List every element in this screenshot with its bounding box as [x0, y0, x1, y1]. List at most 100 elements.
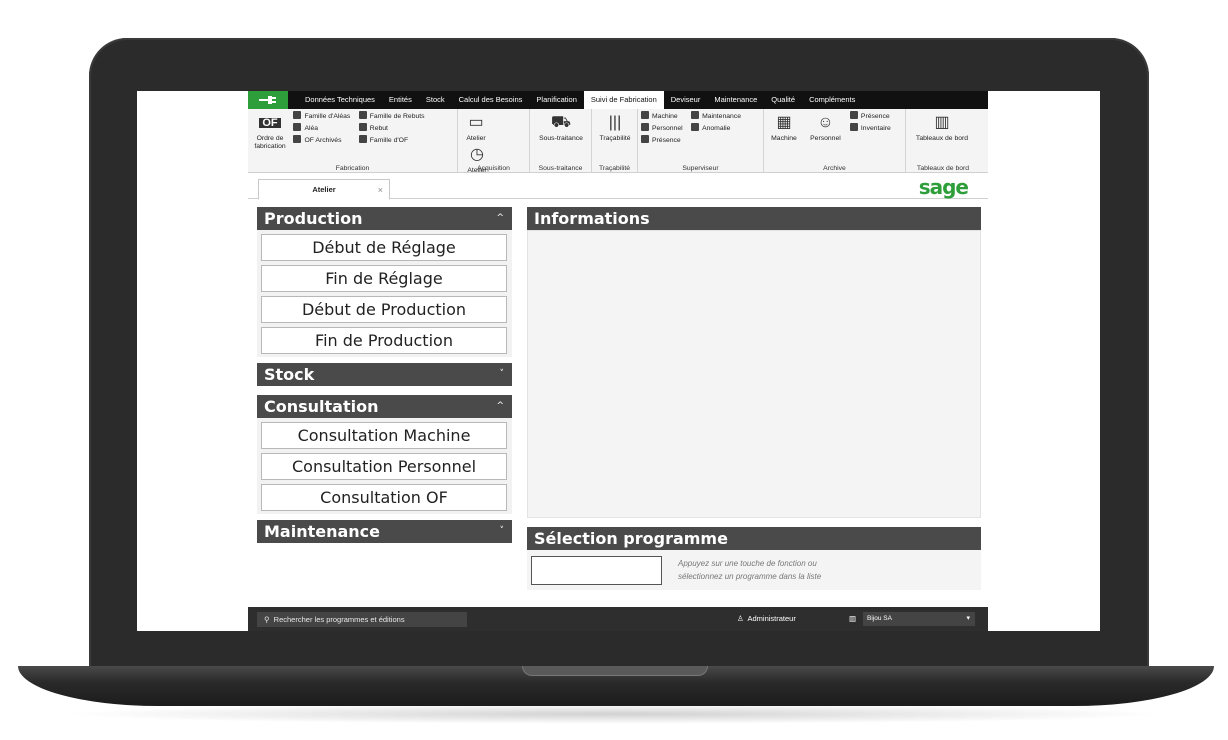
group-archive: ▦ Machine ☺ Personnel Présence Inventair… — [764, 109, 906, 173]
laptop-notch — [522, 666, 708, 676]
consultation-machine-button[interactable]: Consultation Machine — [261, 422, 507, 449]
chevron-down-icon: ˅ — [499, 526, 505, 536]
selection-programme-panel: Sélection programme Appuyez sur une touc… — [527, 527, 981, 590]
ribbon: OF Ordre de fabrication Famille d'Aléas … — [248, 109, 988, 182]
warning-icon — [293, 123, 302, 131]
group-label-sous-traitance: Sous-traitance — [538, 165, 583, 172]
informations-header: Informations — [527, 207, 981, 230]
laptop-screen: Données Techniques Entités Stock Calcul … — [137, 91, 1100, 631]
app-menu-button[interactable] — [248, 91, 288, 109]
tab-planification[interactable]: Planification — [529, 91, 583, 109]
atelier-button[interactable]: ▭ Atelier — [461, 111, 491, 143]
debut-production-button[interactable]: Début de Production — [261, 296, 507, 323]
superviseur-col2: Maintenance Anomalie — [691, 111, 741, 135]
calendar-icon — [641, 135, 649, 143]
chevron-up-icon: ^ — [496, 401, 504, 411]
alea-button[interactable]: Aléa — [293, 123, 350, 135]
close-icon[interactable]: × — [378, 180, 383, 200]
folder-icon — [358, 135, 367, 143]
famille-aleas-button[interactable]: Famille d'Aléas — [293, 111, 350, 123]
fin-reglage-button[interactable]: Fin de Réglage — [261, 265, 507, 292]
program-code-input[interactable] — [531, 556, 662, 585]
tab-suivi-fabrication[interactable]: Suivi de Fabrication — [583, 91, 664, 109]
user-indicator[interactable]: ♙ Administrateur — [737, 611, 796, 627]
search-icon: ⚲ — [264, 615, 270, 624]
sous-traitance-button[interactable]: ⛟ Sous-traitance — [533, 111, 589, 143]
folder-icon — [293, 111, 302, 119]
debut-reglage-button[interactable]: Début de Réglage — [261, 234, 507, 261]
truck-icon: ⛟ — [550, 114, 572, 131]
fabrication-col2: Famille de Rebuts Rebut Famille d'OF — [358, 111, 425, 147]
group-fabrication: OF Ordre de fabrication Famille d'Aléas … — [248, 109, 458, 173]
tracabilite-button[interactable]: ||| Traçabilité — [595, 111, 635, 143]
of-icon: OF — [259, 111, 281, 135]
fin-production-button[interactable]: Fin de Production — [261, 327, 507, 354]
company-select[interactable]: Bijou SA ▾ — [863, 612, 975, 626]
tab-maintenance[interactable]: Maintenance — [707, 91, 764, 109]
clock-icon: ◷ — [470, 146, 484, 163]
company-name: Bijou SA — [867, 615, 892, 622]
document-tab-strip: Atelier × sage — [248, 173, 988, 200]
maintenance-header[interactable]: Maintenance ˅ — [257, 520, 512, 543]
production-body: Début de Réglage Fin de Réglage Début de… — [257, 230, 512, 357]
selection-hint-line1: Appuyez sur une touche de fonction ou — [678, 559, 817, 568]
consultation-body: Consultation Machine Consultation Person… — [257, 418, 512, 514]
archive-presence-button[interactable]: Présence — [849, 111, 891, 123]
archive-personnel-button[interactable]: ☺ Personnel — [805, 111, 845, 143]
tab-complements[interactable]: Compléments — [802, 91, 862, 109]
group-label-fabrication: Fabrication — [335, 165, 370, 172]
production-title: Production — [264, 209, 363, 228]
tab-qualite[interactable]: Qualité — [764, 91, 802, 109]
barcode-icon: ||| — [608, 114, 622, 131]
tableaux-bord-button[interactable]: ▥ Tableaux de bord — [909, 111, 975, 143]
famille-of-button[interactable]: Famille d'OF — [358, 135, 425, 147]
archive-inventaire-button[interactable]: Inventaire — [849, 123, 891, 135]
tab-entites[interactable]: Entités — [382, 91, 419, 109]
superviseur-machine-button[interactable]: Machine — [641, 111, 683, 123]
left-panel: Production ^ Début de Réglage Fin de Rég… — [257, 207, 512, 543]
consultation-header[interactable]: Consultation ^ — [257, 395, 512, 418]
group-tableaux: ▥ Tableaux de bord Tableaux de bord — [906, 109, 980, 173]
tab-donnees-techniques[interactable]: Données Techniques — [298, 91, 382, 109]
search-input[interactable]: ⚲ Rechercher les programmes et éditions — [257, 612, 467, 627]
laptop-shadow — [60, 704, 1170, 724]
superviseur-presence-button[interactable]: Présence — [641, 135, 683, 147]
production-header[interactable]: Production ^ — [257, 207, 512, 230]
document-tab-atelier[interactable]: Atelier × — [258, 179, 390, 200]
chevron-down-icon: ▾ — [966, 615, 970, 622]
archive-list: Présence Inventaire — [849, 111, 891, 135]
trash-icon — [358, 123, 367, 131]
superviseur-col1: Machine Personnel Présence — [641, 111, 683, 147]
of-archives-button[interactable]: OF Archivés — [293, 135, 350, 147]
informations-title: Informations — [534, 209, 650, 228]
stock-title: Stock — [264, 365, 315, 384]
group-label-superviseur: Superviseur — [682, 165, 719, 172]
informations-body — [527, 230, 981, 518]
rebut-button[interactable]: Rebut — [358, 123, 425, 135]
person-icon: ☺ — [817, 114, 834, 131]
ordre-fabrication-button[interactable]: OF Ordre de fabrication — [251, 111, 289, 151]
building-icon: ▥ — [849, 614, 857, 623]
tab-deviseur[interactable]: Deviseur — [664, 91, 708, 109]
consultation-of-button[interactable]: Consultation OF — [261, 484, 507, 511]
superviseur-personnel-button[interactable]: Personnel — [641, 123, 683, 135]
stock-header[interactable]: Stock ˅ — [257, 363, 512, 386]
group-acquisition: ▭ Atelier ◷ Atelier différé ▾ Acquisitio… — [458, 109, 530, 182]
group-label-tracabilite: Traçabilité — [598, 165, 631, 172]
document-tab-label: Atelier — [312, 185, 336, 194]
consultation-title: Consultation — [264, 397, 379, 416]
person-icon — [641, 123, 649, 131]
superviseur-maintenance-button[interactable]: Maintenance — [691, 111, 741, 123]
monitor-icon — [691, 123, 700, 131]
chevron-down-icon: ˅ — [499, 369, 505, 379]
superviseur-anomalie-button[interactable]: Anomalie — [691, 123, 741, 135]
consultation-personnel-button[interactable]: Consultation Personnel — [261, 453, 507, 480]
famille-rebuts-button[interactable]: Famille de Rebuts — [358, 111, 425, 123]
archive-machine-button[interactable]: ▦ Machine — [767, 111, 801, 143]
tab-calcul-besoins[interactable]: Calcul des Besoins — [452, 91, 530, 109]
status-bar: ⚲ Rechercher les programmes et éditions … — [248, 607, 988, 631]
selection-programme-title: Sélection programme — [534, 529, 728, 548]
tab-stock[interactable]: Stock — [419, 91, 452, 109]
group-tracabilite: ||| Traçabilité Traçabilité — [592, 109, 638, 173]
user-icon: ♙ — [737, 614, 744, 623]
